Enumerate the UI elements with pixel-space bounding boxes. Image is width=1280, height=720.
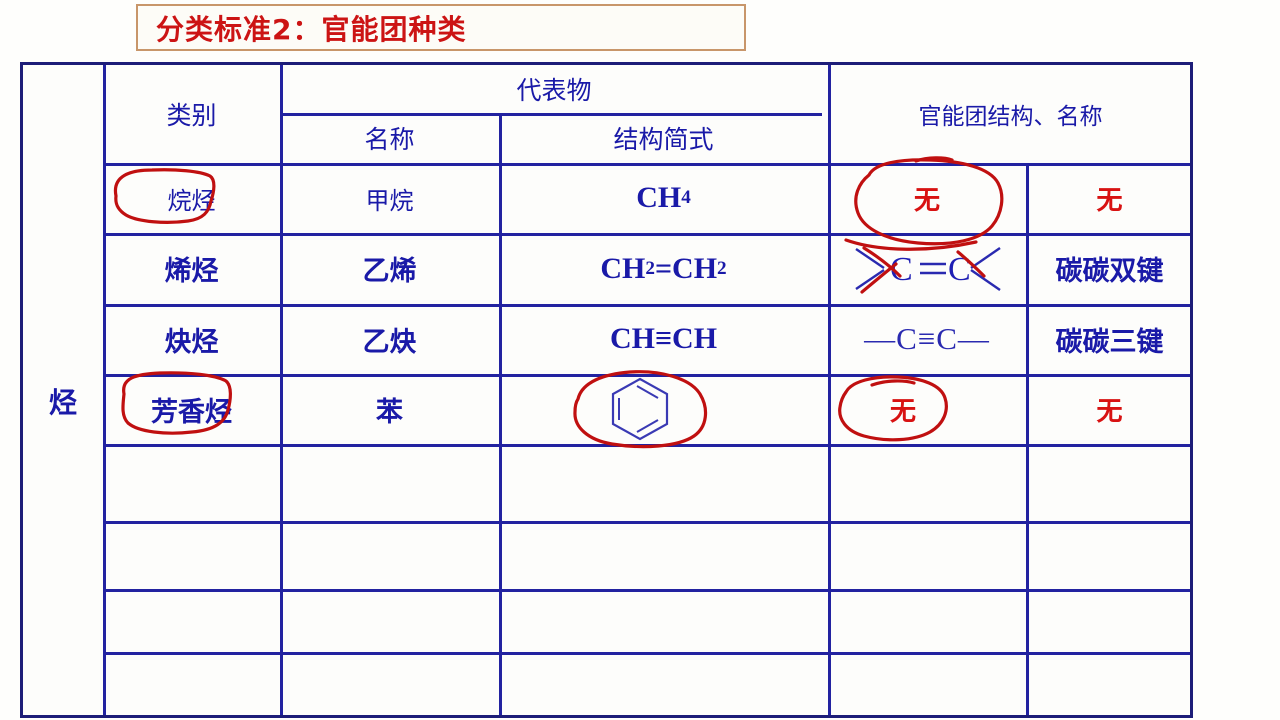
header-functional-group: 官能团结构、名称 [918,104,1103,130]
row-3-fg-name: 碳碳三键 [1055,326,1164,358]
page-title: 分类标准2：官能团种类 [156,12,467,46]
row-4-fg-name: 无 [1096,396,1123,427]
row-8-fg-structure [828,652,1026,718]
row-1-fg-name: 无 [1096,185,1123,216]
row-4-fg-structure: 无 [890,396,917,427]
row-2-fg-name: 碳碳双键 [1055,256,1164,287]
row-8-fg-name [1026,652,1193,718]
row-6-category [103,521,280,589]
row-4-category: 芳香烃 [151,396,232,428]
header-category: 类别 [166,101,217,130]
row-1-category: 烷烃 [167,186,216,215]
row-2-formula: CH 2 =CH 2 [600,251,727,285]
row-6-formula [499,521,828,589]
row-1-formula: CH 4 [636,181,691,214]
row-7-fg-structure [828,589,1026,652]
row-3-formula: CH≡CH [609,322,718,355]
classification-table: 类别 代表物 名称 结构简式 官能团结构、名称 烃 烷烃 甲烷 CH 4 无 无 … [20,62,1193,718]
row-4-name: 苯 [376,396,403,428]
row-3-fg-structure: —C≡C— [864,321,990,356]
row-3-name: 乙炔 [362,326,417,358]
header-corner [23,65,103,163]
title-box: 分类标准2：官能团种类 [136,4,746,51]
row-5-fg-name [1026,444,1193,521]
row-1-fg-structure: 无 [913,185,940,216]
row-2-category: 烯烃 [164,256,219,287]
row-8-category [103,652,280,718]
svg-text:C: C [948,251,971,288]
row-6-fg-name [1026,521,1193,589]
row-5-fg-structure [828,444,1026,521]
header-rep-formula: 结构简式 [613,125,714,154]
row-4-formula [499,374,828,444]
row-7-name [280,589,499,652]
slide-canvas: 分类标准2：官能团种类 类别 代表物 名称 结构简式 官能团结构、名称 烃 烷烃… [0,0,1280,720]
row-5-formula [499,444,828,521]
row-7-formula [499,589,828,652]
row-group-label-hydrocarbon: 烃 [48,386,77,419]
row-8-formula [499,652,828,718]
row-7-fg-name [1026,589,1193,652]
row-6-name [280,521,499,589]
header-rep-name: 名称 [364,125,415,154]
header-representative: 代表物 [516,76,592,105]
row-2-name: 乙烯 [362,256,417,287]
double-bond-structure-icon: C C [855,247,1001,291]
row-3-category: 炔烃 [164,326,219,358]
row-5-category [103,444,280,521]
benzene-ring-icon [611,377,669,441]
row-5-name [280,444,499,521]
svg-text:C: C [890,251,913,288]
row-1-name: 甲烷 [365,186,414,215]
row-2-fg-structure: C C [828,233,1026,304]
row-6-fg-structure [828,521,1026,589]
row-7-category [103,589,280,652]
row-8-name [280,652,499,718]
